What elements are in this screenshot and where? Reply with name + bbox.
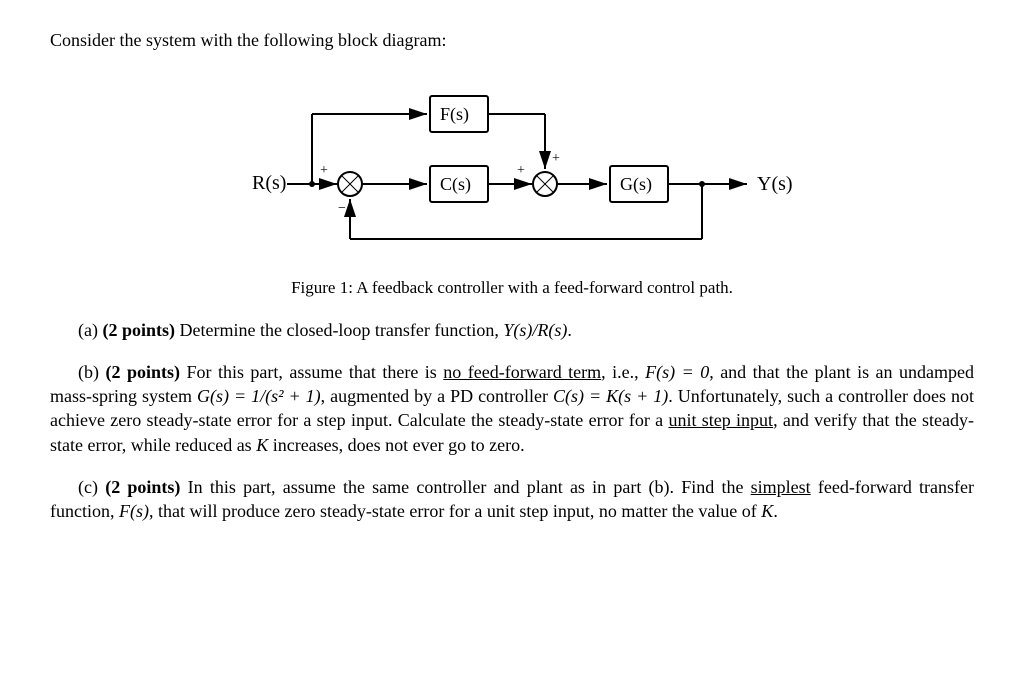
qc-points: (2 points) (105, 477, 180, 497)
question-c: (c) (2 points) In this part, assume the … (50, 475, 974, 524)
intro-span: Consider the system with the following b… (50, 30, 446, 50)
qc-t3: , that will produce zero steady-state er… (149, 501, 761, 521)
qa-text-2: . (567, 320, 572, 340)
qb-eq1: F(s) = 0 (645, 362, 709, 382)
figure-caption: Figure 1: A feedback controller with a f… (50, 277, 974, 300)
label-R: R(s) (252, 172, 286, 194)
qc-eq1: F(s) (119, 501, 149, 521)
sum2-plus-top-icon: + (552, 151, 560, 166)
sum1-plus-icon: + (320, 163, 328, 178)
qa-text-1: Determine the closed-loop transfer funct… (175, 320, 503, 340)
qb-eq3: C(s) = K(s + 1) (553, 386, 668, 406)
qb-u1: no feed-forward term (443, 362, 601, 382)
qb-u2: unit step input (668, 410, 773, 430)
qc-t1: In this part, assume the same controller… (180, 477, 750, 497)
qc-u1: simplest (751, 477, 811, 497)
qc-t4: . (773, 501, 778, 521)
label-F: F(s) (440, 104, 469, 125)
figure-caption-text: Figure 1: A feedback controller with a f… (291, 278, 733, 297)
question-b: (b) (2 points) For this part, assume tha… (50, 360, 974, 457)
sum2-plus-left-icon: + (517, 163, 525, 178)
qb-t2: , i.e., (601, 362, 645, 382)
intro-text: Consider the system with the following b… (50, 28, 974, 52)
qb-t4: , augmented by a PD controller (321, 386, 553, 406)
sum1-minus-icon: − (338, 201, 346, 216)
qb-t7: increases, does not ever go to zero. (268, 435, 524, 455)
qc-label: (c) (78, 477, 98, 497)
label-G: G(s) (620, 174, 652, 195)
qb-points: (2 points) (105, 362, 180, 382)
qb-label: (b) (78, 362, 99, 382)
label-C: C(s) (440, 174, 471, 195)
qb-eq2: G(s) = 1/(s² + 1) (197, 386, 321, 406)
qb-K: K (256, 435, 268, 455)
block-diagram: R(s) + − C(s) + + G(s) Y(s) (212, 74, 812, 264)
qc-K: K (761, 501, 773, 521)
qa-points: (2 points) (102, 320, 175, 340)
label-Y: Y(s) (757, 173, 793, 195)
question-a: (a) (2 points) Determine the closed-loop… (50, 318, 974, 342)
qb-t1: For this part, assume that there is (180, 362, 443, 382)
qa-label: (a) (78, 320, 98, 340)
qa-tf: Y(s)/R(s) (503, 320, 567, 340)
figure-container: R(s) + − C(s) + + G(s) Y(s) (50, 74, 974, 299)
